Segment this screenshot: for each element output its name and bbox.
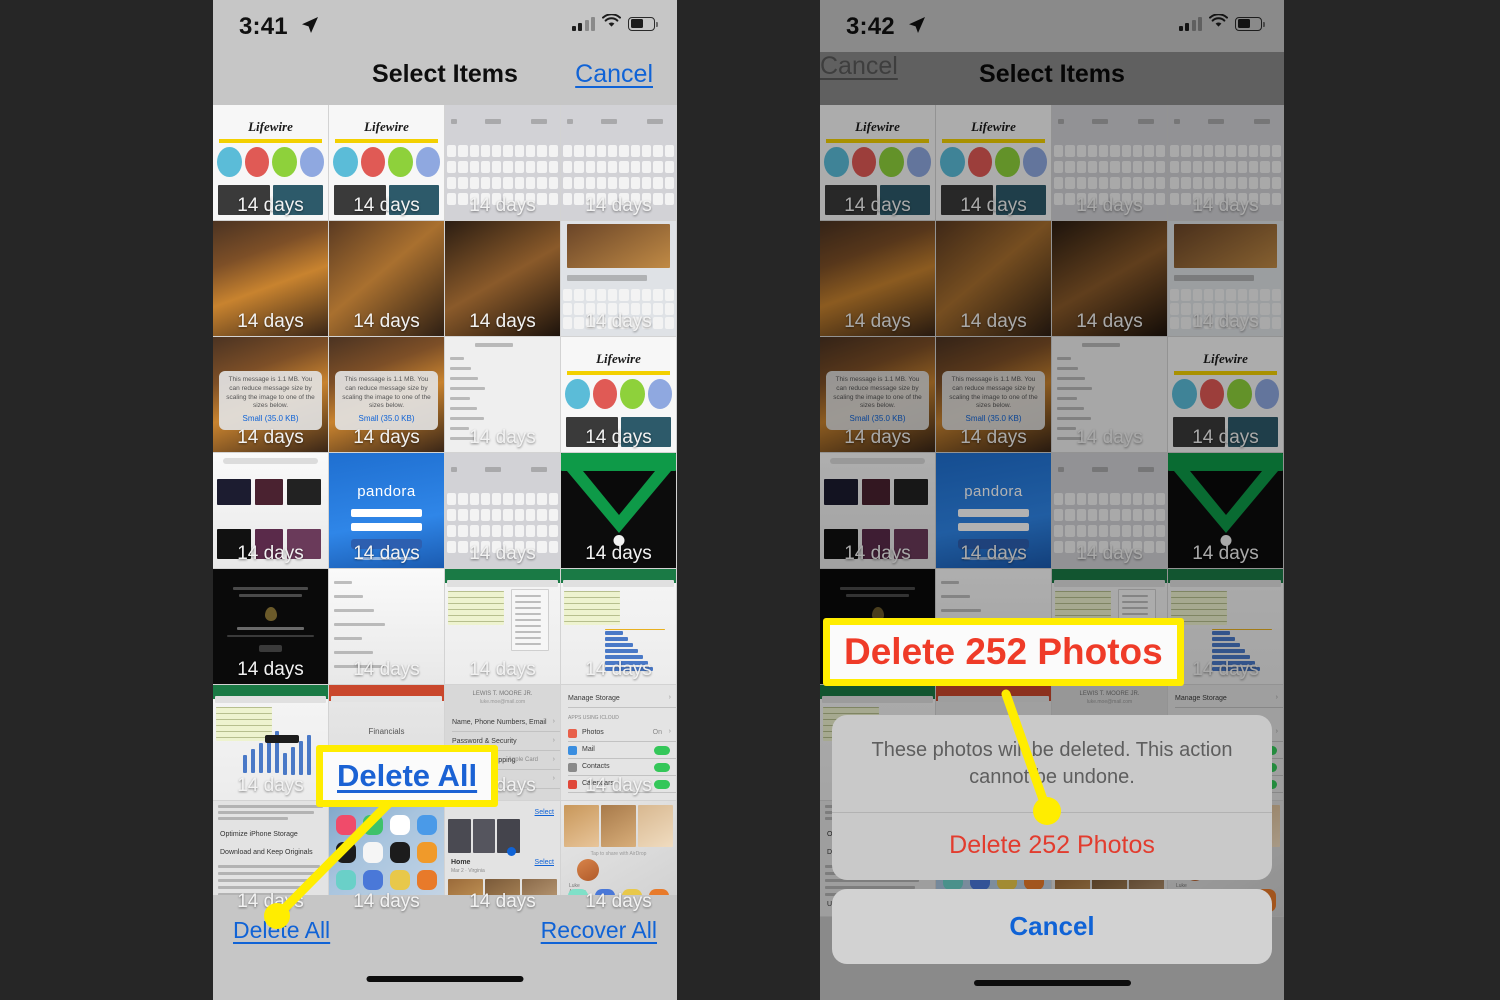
screenshot-stage: 3:41 Select Items Cancel Lifewire 14 days… [0,0,1500,1000]
callout-label: Delete All [337,758,478,793]
callout-inner: Delete All [323,752,492,800]
callout-delete-all: Delete All [316,745,499,807]
callout-inner: Delete 252 Photos [830,625,1177,679]
callout-leader-left [264,689,1061,929]
callout-label: Delete 252 Photos [844,631,1163,672]
callout-delete-252-photos: Delete 252 Photos [823,618,1184,686]
